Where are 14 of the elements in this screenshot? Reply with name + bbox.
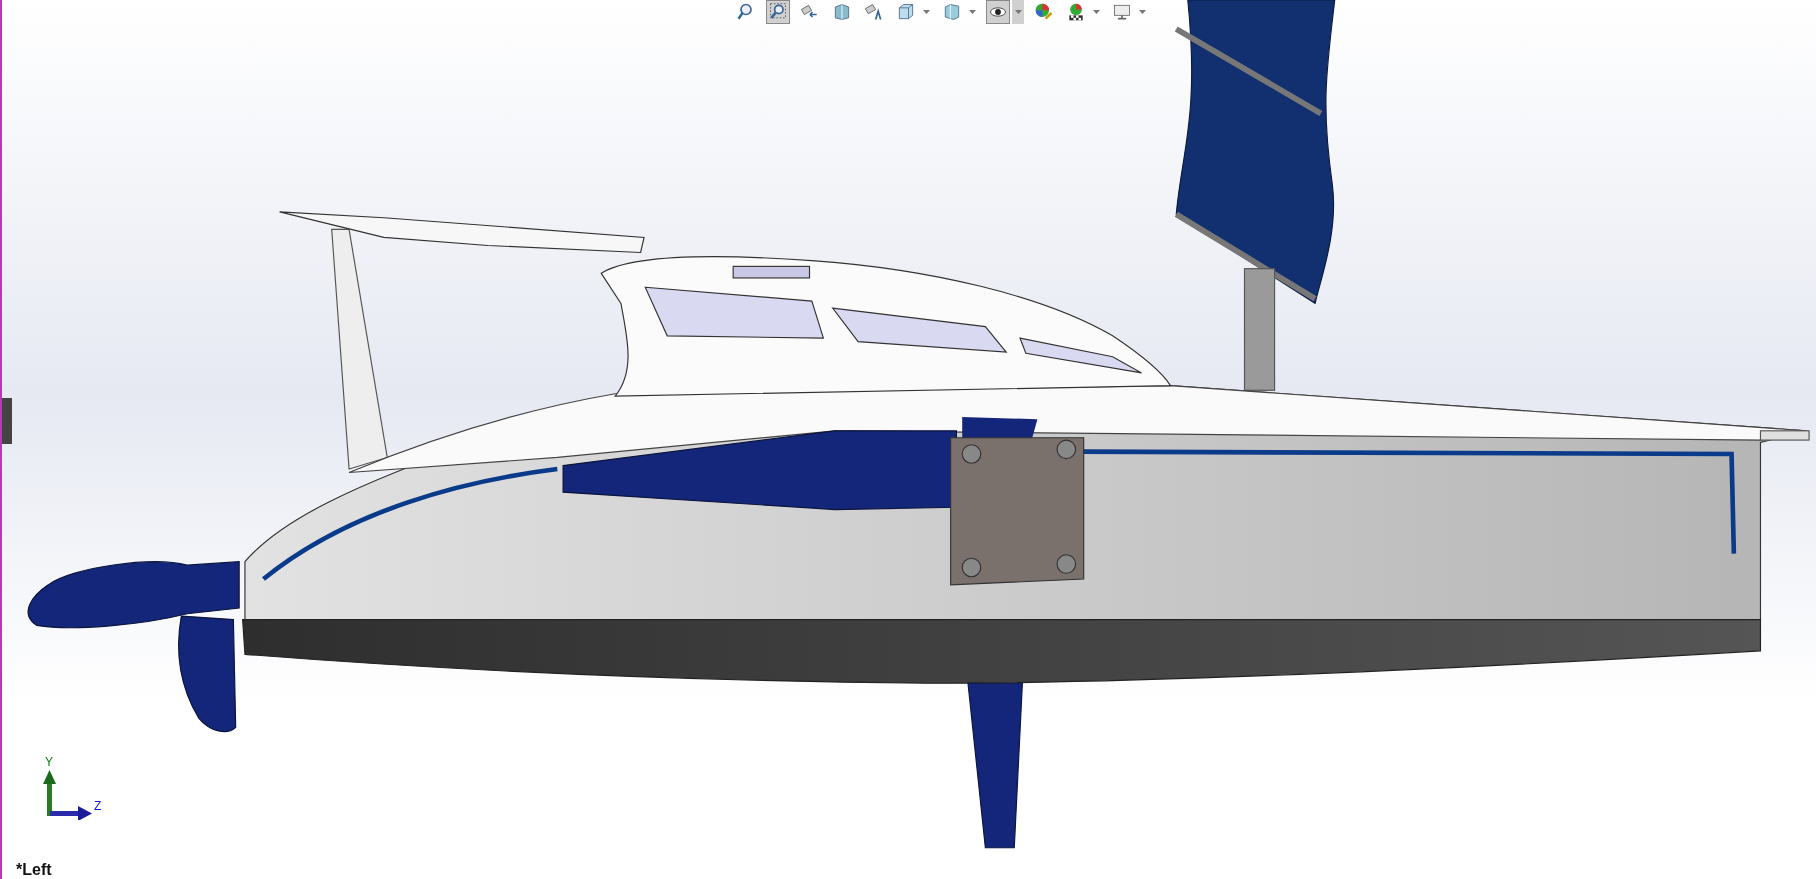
caret-icon	[922, 10, 930, 14]
binoculars-letter-icon	[864, 1, 884, 23]
view-tool-button[interactable]	[986, 0, 1010, 24]
z-axis-label: Z	[94, 800, 102, 812]
panel-handle[interactable]	[2, 398, 12, 444]
y-axis-label: Y	[45, 756, 53, 768]
cube-shaded-icon	[942, 1, 962, 23]
caret-icon	[968, 10, 976, 14]
caret-icon	[1092, 10, 1100, 14]
color-ball-checker-icon	[1066, 1, 1086, 23]
view-orientation-label: *Left	[16, 860, 52, 879]
cube-section-icon	[832, 1, 852, 23]
caret-icon	[1014, 10, 1022, 14]
caret-icon	[1138, 10, 1146, 14]
